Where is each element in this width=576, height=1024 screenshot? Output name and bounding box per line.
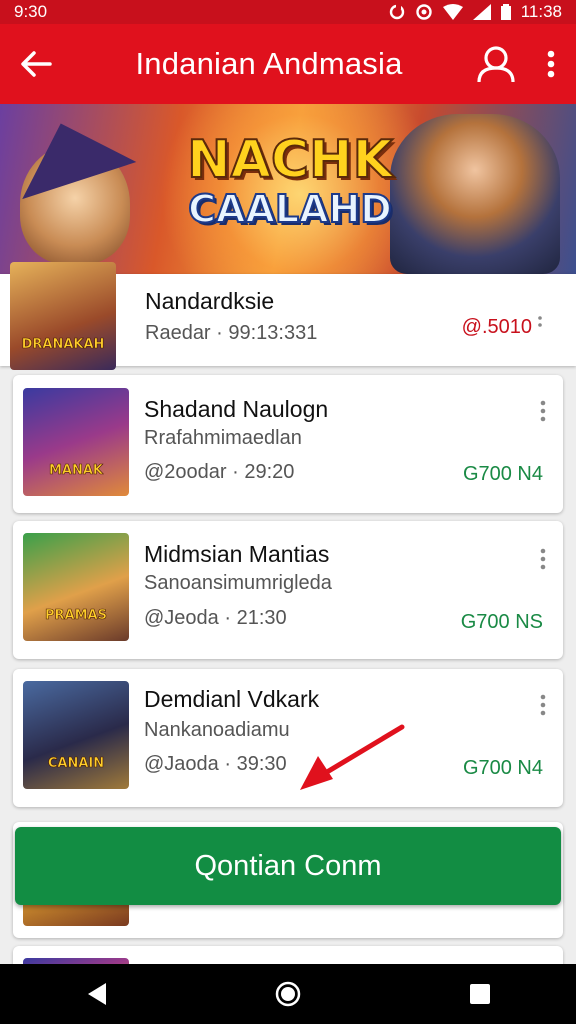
signal-icon	[472, 4, 491, 20]
app-bar: Indanian Andmasia	[0, 24, 576, 104]
item-subtitle: Sanoansimumrigleda	[144, 572, 332, 594]
overflow-menu-button[interactable]	[526, 24, 576, 104]
status-icons	[389, 4, 511, 20]
item-more-button[interactable]	[529, 687, 557, 723]
item-meta: @Jeoda · 21:30	[144, 607, 287, 629]
more-vertical-icon	[538, 316, 542, 327]
thumbnail-label: PRAMAS	[45, 608, 108, 624]
item-title: Shadand Naulogn	[144, 396, 329, 422]
item-subtitle: Rrafahmimaedlan	[144, 427, 302, 449]
item-price: G700 N4	[462, 757, 543, 779]
nav-home-button[interactable]	[258, 964, 318, 1024]
item-title: Demdianl Vdkark	[144, 686, 320, 712]
primary-action-button[interactable]: Qontian Conm	[15, 827, 561, 905]
more-vertical-icon	[540, 548, 546, 570]
thumbnail-label: DRANAKAH	[21, 337, 105, 353]
thumbnail-label: CANAIN	[47, 756, 105, 772]
item-meta: @Jaoda · 39:30	[144, 753, 287, 775]
navigation-bar	[0, 964, 576, 1024]
list-item[interactable]: DRANAKAH Nandardksie Raedar · 99:13:331 …	[0, 262, 576, 370]
user-icon	[477, 46, 515, 83]
more-vertical-icon	[540, 400, 546, 422]
item-title: Nandardksie	[145, 288, 275, 314]
game-thumbnail: PRAMAS	[23, 533, 129, 641]
sync-icon	[389, 4, 404, 20]
app-title: Indanian Andmasia	[135, 46, 403, 81]
item-price: @.5010	[461, 316, 532, 338]
item-subtitle: Nankanoadiamu	[144, 719, 290, 741]
circle-home-icon	[275, 981, 301, 1007]
more-vertical-icon	[540, 694, 546, 716]
nav-recents-button[interactable]	[450, 964, 510, 1024]
game-thumbnail: MANAK	[23, 388, 129, 496]
banner-character-right	[390, 114, 560, 274]
arrow-left-icon	[21, 51, 52, 77]
square-recents-icon	[470, 984, 490, 1004]
item-more-button[interactable]	[526, 304, 554, 340]
thumbnail-label: MANAK	[48, 463, 104, 479]
more-vertical-icon	[547, 50, 555, 78]
wifi-icon	[442, 4, 463, 20]
game-thumbnail: DRANAKAH	[10, 262, 116, 370]
triangle-back-icon	[88, 983, 106, 1005]
status-time-left: 9:30	[14, 2, 48, 21]
list-item[interactable]: CANAIN Demdianl Vdkark Nankanoadiamu @Ja…	[13, 669, 563, 807]
account-button[interactable]	[466, 24, 526, 104]
banner-logo: NACHK CAALAHD	[180, 130, 400, 231]
banner-logo-line1: NACHK	[186, 130, 394, 190]
list-item[interactable]: MANAK Shadand Naulogn Rrafahmimaedlan @2…	[13, 375, 563, 513]
item-price: G700 N4	[462, 463, 543, 485]
nav-back-button[interactable]	[66, 964, 126, 1024]
game-thumbnail: CANAIN	[23, 681, 129, 789]
promo-banner[interactable]: NACHK CAALAHD	[0, 104, 576, 274]
battery-icon	[500, 4, 511, 20]
status-time-right: 11:38	[520, 2, 562, 21]
item-price: G700 NS	[460, 611, 543, 633]
status-bar: 9:30 11:38	[0, 0, 576, 24]
item-meta: Raedar · 99:13:331	[145, 322, 318, 344]
item-title: Midmsian Mantias	[144, 541, 330, 567]
item-meta: @2oodar · 29:20	[144, 461, 295, 483]
item-more-button[interactable]	[529, 541, 557, 577]
at-icon	[416, 4, 432, 20]
back-button[interactable]	[0, 24, 72, 104]
banner-logo-line2: CAALAHD	[187, 187, 393, 231]
item-more-button[interactable]	[529, 393, 557, 429]
list-item[interactable]: PRAMAS Midmsian Mantias Sanoansimumrigle…	[13, 521, 563, 659]
